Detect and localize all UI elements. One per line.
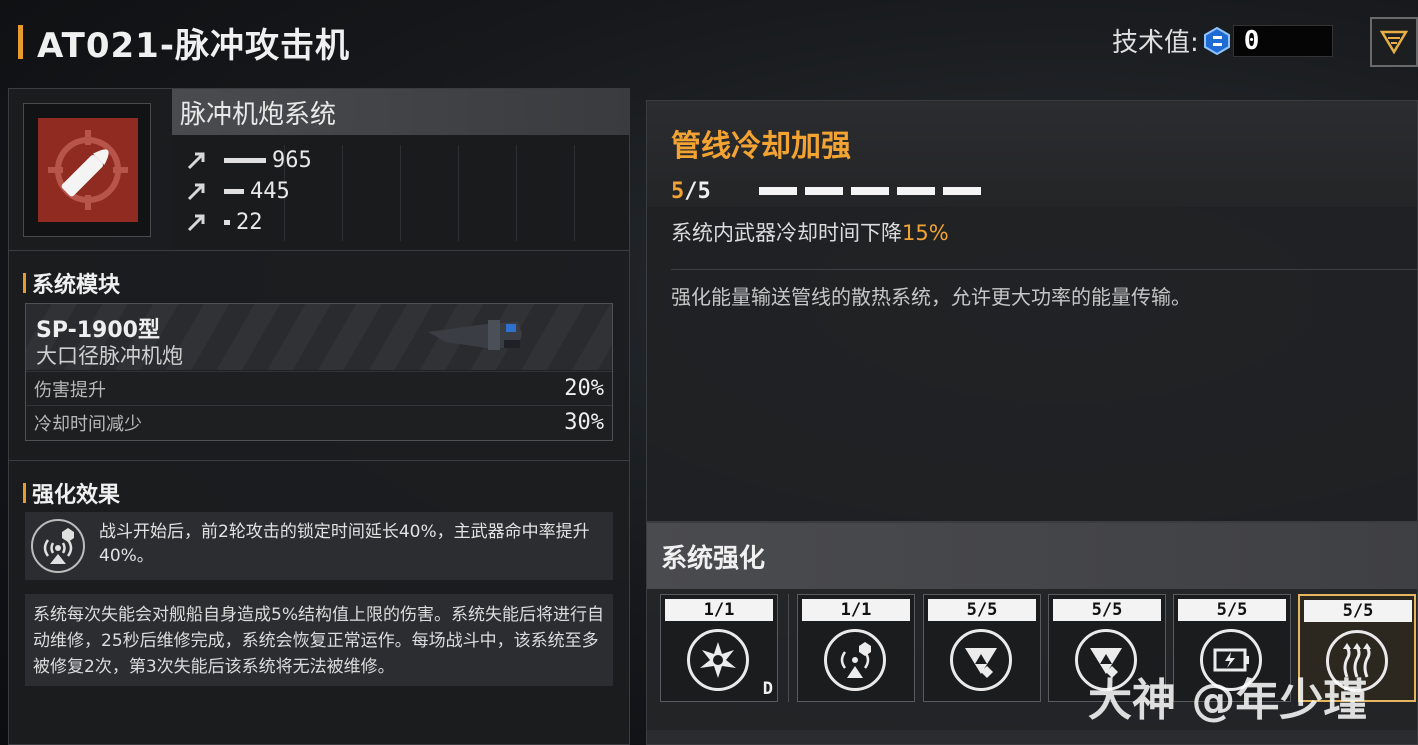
failure-note-text: 系统每次失能会对舰船自身造成5%结构值上限的伤害。系统失能后将进行自动维修，25… xyxy=(33,605,604,677)
grid-line xyxy=(342,145,343,241)
level-pip xyxy=(851,187,889,195)
divider xyxy=(9,460,629,461)
stat-bar xyxy=(224,157,266,163)
burst-icon xyxy=(687,629,749,691)
stat-value: 22 xyxy=(236,209,263,235)
stat-bar xyxy=(224,188,244,194)
section-accent xyxy=(23,273,26,293)
upgrade-level: 5/5 xyxy=(671,179,711,204)
weapon-icon-frame[interactable] xyxy=(23,103,151,237)
watermark: 大神 @年少瑾 xyxy=(1088,675,1368,726)
section-label: 强化效果 xyxy=(32,483,121,508)
upgrade-detail-panel: 管线冷却加强 5/5 系统内武器冷却时间下降15% 强化能量输送管线的散热系统，… xyxy=(646,100,1418,745)
pulse-cannon-icon xyxy=(48,130,128,210)
damage-up-icon xyxy=(950,629,1012,691)
slot-level: 1/1 xyxy=(802,599,910,621)
radar-lock-icon xyxy=(824,629,886,691)
level-pip xyxy=(805,187,843,195)
level-separator: / xyxy=(684,179,698,204)
enhance-section-title: 强化效果 xyxy=(23,477,120,509)
module-stat-row: 冷却时间减少 30% xyxy=(26,405,612,439)
module-stat-label: 伤害提升 xyxy=(34,379,106,401)
slot-level: 5/5 xyxy=(1178,599,1286,621)
stat-row: 445 xyxy=(186,178,290,204)
failure-note-box: 系统每次失能会对舰船自身造成5%结构值上限的伤害。系统失能后将进行自动维修，25… xyxy=(25,594,613,686)
arrow-up-icon xyxy=(187,183,205,201)
upgrades-header: 系统强化 xyxy=(647,523,1417,589)
module-stat-value: 20% xyxy=(564,376,604,401)
module-stat-label: 冷却时间减少 xyxy=(34,413,142,435)
stat-value: 445 xyxy=(250,178,290,204)
upgrade-slot[interactable]: 1/1 xyxy=(797,594,915,702)
upgrade-title: 管线冷却加强 xyxy=(671,129,851,164)
grid-line xyxy=(458,145,459,241)
module-section-title: 系统模块 xyxy=(23,267,120,299)
weapon-card: 脉冲机炮系统 965 445 22 xyxy=(9,89,629,251)
filter-button[interactable] xyxy=(1370,17,1418,67)
grid-line xyxy=(574,145,575,241)
stat-row: 965 xyxy=(186,147,312,173)
system-name-bar: 脉冲机炮系统 xyxy=(172,89,629,135)
upgrade-description: 强化能量输送管线的散热系统，允许更大功率的能量传输。 xyxy=(671,285,1191,309)
module-subtitle: 大口径脉冲机炮 xyxy=(36,344,183,368)
arrow-up-icon xyxy=(187,152,205,170)
effect-value: 15% xyxy=(902,221,949,245)
level-pips xyxy=(759,187,981,195)
slot-level: 5/5 xyxy=(928,599,1036,621)
tech-currency-icon xyxy=(1203,26,1230,55)
slot-level: 5/5 xyxy=(1304,600,1412,622)
level-max: 5 xyxy=(697,179,711,204)
stat-value: 965 xyxy=(272,147,312,173)
level-pip xyxy=(943,187,981,195)
effect-prefix: 系统内武器冷却时间下降 xyxy=(671,221,902,245)
stat-row: 22 xyxy=(186,209,263,235)
level-current: 5 xyxy=(671,179,685,204)
tech-value: 0 xyxy=(1232,24,1333,57)
section-label: 系统模块 xyxy=(32,273,121,298)
tech-label: 技术值: xyxy=(1112,28,1199,58)
stat-bar xyxy=(224,219,230,225)
ship-title: AT021-脉冲攻击机 xyxy=(37,25,350,66)
filter-icon xyxy=(1379,30,1409,55)
system-name: 脉冲机炮系统 xyxy=(180,99,337,130)
section-accent xyxy=(23,483,26,503)
module-card[interactable]: SP-1900型 大口径脉冲机炮 伤害提升 20% 冷却时间减少 30% xyxy=(25,303,613,441)
weapon-icon-bg xyxy=(38,118,138,222)
slot-separator xyxy=(788,594,789,702)
detail-header: 管线冷却加强 5/5 xyxy=(647,101,1417,207)
cannon-model-image xyxy=(428,320,522,350)
slot-level: 1/1 xyxy=(665,599,773,621)
module-stat-value: 30% xyxy=(564,410,604,435)
header-title-bar: AT021-脉冲攻击机 xyxy=(18,20,350,66)
enhance-effect-box: 战斗开始后，前2轮攻击的锁定时间延长40%，主武器命中率提升40%。 xyxy=(25,512,613,580)
radar-lock-icon xyxy=(31,519,85,573)
level-pip xyxy=(897,187,935,195)
slot-tag: D xyxy=(762,679,773,699)
module-header: SP-1900型 大口径脉冲机炮 xyxy=(26,304,612,370)
upgrade-slot[interactable]: 5/5 xyxy=(923,594,1041,702)
slot-level: 5/5 xyxy=(1053,599,1161,621)
title-accent-bar xyxy=(18,25,23,59)
divider xyxy=(671,269,1418,270)
tech-points: 技术值: 0 xyxy=(1112,22,1333,59)
arrow-up-icon xyxy=(187,214,205,232)
module-stat-row: 伤害提升 20% xyxy=(26,371,612,405)
level-pip xyxy=(759,187,797,195)
grid-line xyxy=(516,145,517,241)
enhance-effect-text: 战斗开始后，前2轮攻击的锁定时间延长40%，主武器命中率提升40%。 xyxy=(99,522,590,566)
upgrade-slot[interactable]: 1/1 D xyxy=(660,594,778,702)
upgrades-footer-strip xyxy=(647,730,1417,744)
upgrades-title: 系统强化 xyxy=(661,543,766,574)
upgrade-detail: 管线冷却加强 5/5 系统内武器冷却时间下降15% 强化能量输送管线的散热系统，… xyxy=(646,100,1418,522)
weapon-stats: 965 445 22 xyxy=(172,135,629,249)
grid-line xyxy=(400,145,401,241)
upgrade-effect-line: 系统内武器冷却时间下降15% xyxy=(671,217,949,247)
system-info-panel: 脉冲机炮系统 965 445 22 系统模块 SP-1900型 大口径脉冲机炮 … xyxy=(8,88,630,745)
